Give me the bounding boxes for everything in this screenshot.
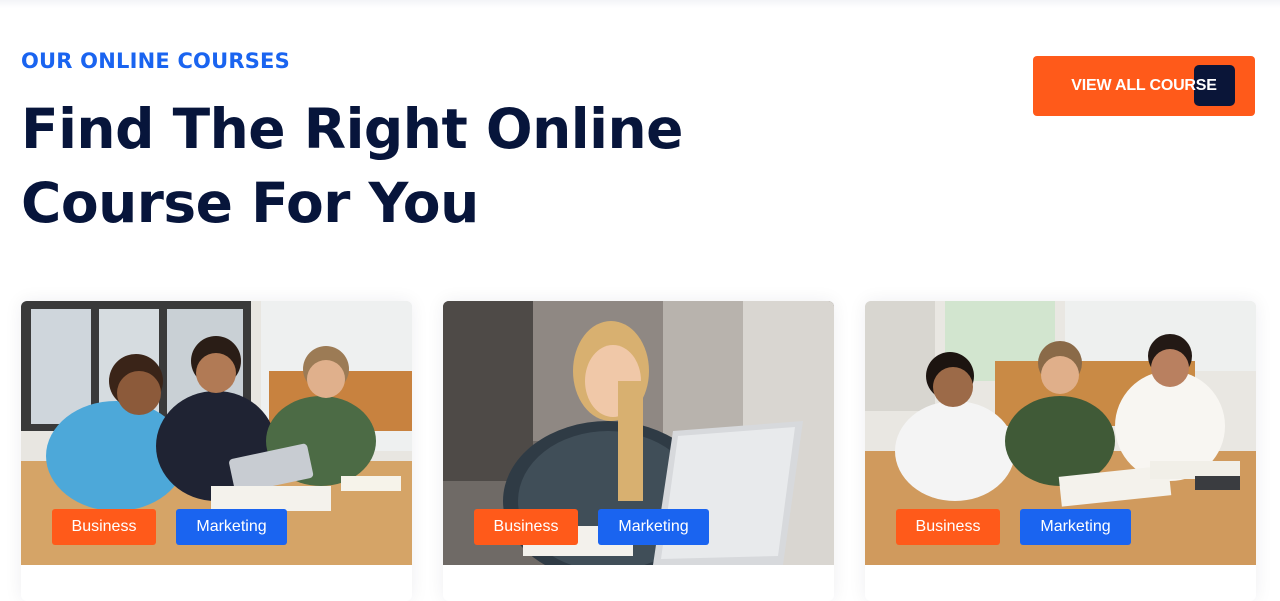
view-all-courses-button[interactable]: VIEW ALL COURSE <box>1033 56 1255 116</box>
course-card[interactable]: Business Marketing <box>21 301 412 601</box>
view-all-courses-label: VIEW ALL COURSE <box>1071 77 1217 94</box>
tag-business[interactable]: Business <box>896 509 1000 545</box>
tag-marketing[interactable]: Marketing <box>176 509 287 545</box>
tag-business[interactable]: Business <box>474 509 578 545</box>
tag-marketing[interactable]: Marketing <box>1020 509 1131 545</box>
section-eyebrow: OUR ONLINE COURSES <box>21 49 290 73</box>
section-title: Find The Right Online Course For You <box>21 97 683 235</box>
tag-business[interactable]: Business <box>52 509 156 545</box>
top-divider <box>0 0 1280 8</box>
course-card[interactable]: Business Marketing <box>865 301 1256 601</box>
course-card[interactable]: Business Marketing <box>443 301 834 601</box>
tag-marketing[interactable]: Marketing <box>598 509 709 545</box>
